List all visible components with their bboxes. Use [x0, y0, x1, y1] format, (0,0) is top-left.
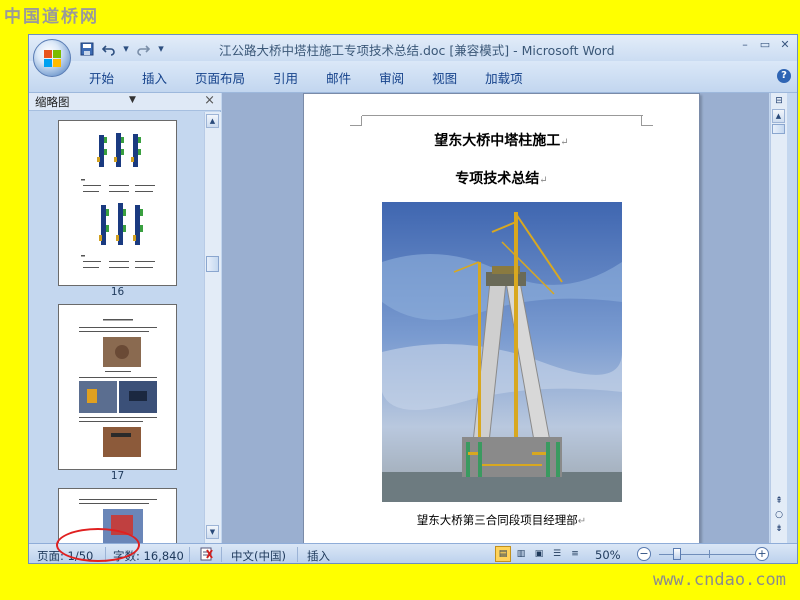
zoom-in-icon[interactable]: + — [755, 547, 769, 561]
tab-view[interactable]: 视图 — [432, 68, 457, 87]
save-icon[interactable] — [79, 41, 95, 57]
print-layout-view-icon[interactable]: ▤ — [495, 546, 511, 562]
red-highlight-circle — [56, 528, 140, 562]
document-title-line2: 专项技术总结↵ — [455, 171, 548, 187]
thumbnail-scrollbar[interactable]: ▲ ▼ — [204, 112, 221, 543]
undo-dropdown-icon[interactable]: ▾ — [123, 41, 129, 57]
zoom-level[interactable]: 50% — [595, 548, 621, 562]
window-controls: – ▭ ✕ — [739, 38, 791, 52]
document-area[interactable]: 望东大桥中塔柱施工↵ 专项技术总结↵ 望东大桥第三合同段项目经理部↵ — [222, 93, 769, 543]
window-title: 江公路大桥中塔柱施工专项技术总结.doc [兼容模式] - Microsoft … — [219, 43, 615, 58]
thumbnail-label-16: 16 — [110, 286, 125, 298]
thumbnail-pane: 缩略图 ▼ × 16 17 ▲ ▼ — [29, 93, 221, 543]
zoom-tick-100 — [709, 550, 710, 558]
photo-caption: 望东大桥第三合同段项目经理部↵ — [416, 513, 587, 527]
status-divider — [297, 547, 298, 562]
status-divider — [189, 547, 190, 562]
view-buttons: ▤ ▥ ▣ ☰ ≡ — [495, 546, 583, 562]
outline-view-icon[interactable]: ☰ — [549, 546, 565, 562]
tower-crane-photo — [382, 202, 622, 502]
ruler-toggle-icon[interactable]: ⊟ — [773, 95, 785, 107]
tab-review[interactable]: 审阅 — [379, 68, 404, 87]
minimize-icon[interactable]: – — [739, 38, 751, 52]
doc-scroll-up-icon[interactable]: ▲ — [772, 109, 785, 123]
word-window: ▾ ▾ 江公路大桥中塔柱施工专项技术总结.doc [兼容模式] - Micros… — [28, 34, 798, 564]
customize-toolbar-icon[interactable]: ▾ — [157, 41, 165, 57]
thumbnail-list: 16 17 — [29, 112, 204, 543]
insert-mode[interactable]: 插入 — [307, 548, 330, 563]
scroll-down-icon[interactable]: ▼ — [206, 525, 219, 539]
help-icon[interactable]: ? — [777, 69, 791, 83]
previous-page-icon[interactable]: ⇞ — [773, 495, 785, 507]
undo-icon[interactable] — [101, 41, 117, 57]
site-url: www.cndao.com — [652, 570, 786, 590]
document-page[interactable]: 望东大桥中塔柱施工↵ 专项技术总结↵ 望东大桥第三合同段项目经理部↵ — [303, 93, 700, 543]
tab-add-ins[interactable]: 加载项 — [485, 68, 523, 87]
draft-view-icon[interactable]: ≡ — [567, 546, 583, 562]
ribbon-tabs: 开始 插入 页面布局 引用 邮件 审阅 视图 加载项 — [89, 68, 523, 87]
pane-close-icon[interactable]: × — [204, 93, 215, 108]
document-title-line1: 望东大桥中塔柱施工↵ — [434, 133, 569, 149]
zoom-out-icon[interactable]: − — [637, 547, 651, 561]
redo-icon[interactable] — [135, 41, 151, 57]
tab-mailings[interactable]: 邮件 — [326, 68, 351, 87]
pane-header: 缩略图 ▼ × — [29, 93, 221, 111]
language-indicator[interactable]: 中文(中国) — [231, 548, 286, 563]
office-logo-icon — [44, 50, 62, 68]
full-screen-reading-icon[interactable]: ▥ — [513, 546, 529, 562]
crop-mark-left — [350, 116, 362, 126]
proofing-icon[interactable] — [199, 546, 215, 563]
doc-scroll-thumb[interactable] — [772, 124, 785, 134]
pane-title: 缩略图 — [35, 95, 70, 109]
status-divider — [221, 547, 222, 562]
tab-home[interactable]: 开始 — [89, 68, 114, 87]
scroll-up-icon[interactable]: ▲ — [206, 114, 219, 128]
document-scrollbar[interactable]: ⊟ ▲ ⇞ ○ ⇟ — [770, 93, 787, 543]
header-line — [362, 115, 643, 116]
crop-mark-right — [641, 116, 653, 126]
ribbon: 开始 插入 页面布局 引用 邮件 审阅 视图 加载项 ? — [29, 61, 797, 93]
zoom-slider-knob[interactable] — [673, 548, 681, 560]
thumbnail-label-17: 17 — [110, 470, 125, 482]
status-bar: 页面: 1/50 字数: 16,840 中文(中国) 插入 ▤ ▥ ▣ ☰ ≡ … — [29, 543, 797, 563]
pane-dropdown-icon[interactable]: ▼ — [129, 95, 136, 105]
web-layout-icon[interactable]: ▣ — [531, 546, 547, 562]
quick-access-toolbar: ▾ ▾ — [79, 40, 165, 57]
site-logo: 中国道桥网 — [4, 7, 99, 27]
select-browse-object-icon[interactable]: ○ — [773, 509, 785, 521]
next-page-icon[interactable]: ⇟ — [773, 523, 785, 535]
tab-insert[interactable]: 插入 — [142, 68, 167, 87]
thumbnail-page-17[interactable] — [58, 304, 177, 470]
tab-page-layout[interactable]: 页面布局 — [195, 68, 245, 87]
restore-icon[interactable]: ▭ — [759, 38, 771, 52]
title-bar: ▾ ▾ 江公路大桥中塔柱施工专项技术总结.doc [兼容模式] - Micros… — [29, 35, 797, 77]
scroll-thumb[interactable] — [206, 256, 219, 272]
thumbnail-page-16[interactable] — [58, 120, 177, 286]
office-button[interactable] — [33, 39, 71, 77]
tab-references[interactable]: 引用 — [273, 68, 298, 87]
close-icon[interactable]: ✕ — [779, 38, 791, 52]
